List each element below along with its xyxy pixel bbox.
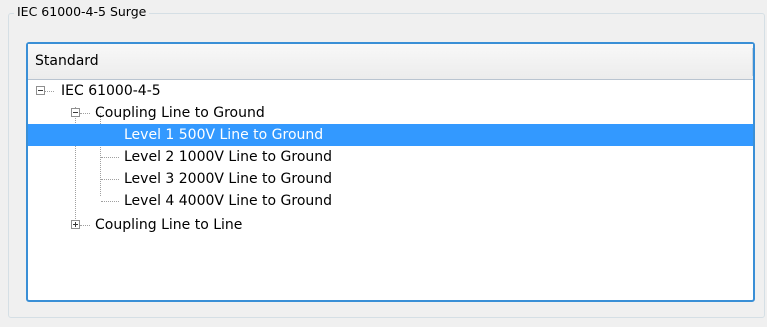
- tree-item-level-1[interactable]: Level 1 500V Line to Ground: [28, 124, 753, 146]
- tree-item-label: Level 4 4000V Line to Ground: [124, 193, 333, 209]
- tree-item-label: Level 2 1000V Line to Ground: [124, 149, 333, 165]
- column-header-standard[interactable]: Standard: [28, 44, 753, 80]
- tree-body[interactable]: IEC 61000-4-5 Coupling Line to Ground Le…: [28, 80, 753, 300]
- tree-node-label: Coupling Line to Ground: [95, 105, 265, 121]
- tree-item-level-3[interactable]: Level 3 2000V Line to Ground: [28, 168, 753, 190]
- tree-node-coupling-line-to-line[interactable]: Coupling Line to Line: [28, 214, 753, 236]
- collapse-icon[interactable]: [71, 108, 80, 117]
- tree-node-coupling-line-to-ground[interactable]: Coupling Line to Ground: [28, 102, 753, 124]
- tree-node-label: Coupling Line to Line: [95, 217, 243, 233]
- standard-tree[interactable]: Standard IEC 61000-4-5 Coupling Line to …: [26, 42, 755, 302]
- tree-item-label: Level 3 2000V Line to Ground: [124, 171, 333, 187]
- tree-item-level-2[interactable]: Level 2 1000V Line to Ground: [28, 146, 753, 168]
- tree-item-label: Level 1 500V Line to Ground: [124, 127, 324, 143]
- column-header-divider: [752, 48, 753, 76]
- expand-icon[interactable]: [71, 220, 80, 229]
- tree-node-label: IEC 61000-4-5: [61, 83, 161, 99]
- groupbox-title: IEC 61000-4-5 Surge: [14, 4, 150, 20]
- tree-item-level-4[interactable]: Level 4 4000V Line to Ground: [28, 190, 753, 212]
- collapse-icon[interactable]: [36, 86, 45, 95]
- tree-node-root[interactable]: IEC 61000-4-5: [28, 80, 753, 102]
